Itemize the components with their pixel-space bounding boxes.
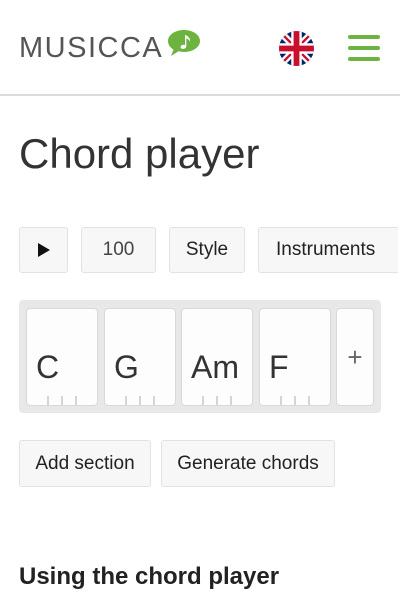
logo-text: MUSICCA	[19, 32, 164, 64]
tempo-input[interactable]: 100	[81, 227, 156, 273]
site-header: MUSICCA	[0, 0, 400, 96]
add-chord-button[interactable]: +	[336, 308, 374, 406]
chord-block[interactable]: Am	[181, 308, 253, 406]
play-icon	[37, 243, 50, 257]
player-toolbar: 100 Style Instruments	[19, 227, 398, 273]
chord-block[interactable]: F	[259, 308, 331, 406]
music-note-bubble-icon	[167, 28, 201, 63]
play-button[interactable]	[19, 227, 68, 273]
chord-name: Am	[191, 349, 239, 385]
sequence-actions: Add section Generate chords	[19, 440, 335, 487]
beat-markers	[47, 396, 77, 405]
style-button[interactable]: Style	[169, 227, 245, 273]
beat-markers	[280, 396, 310, 405]
chord-block[interactable]: G	[104, 308, 176, 406]
chord-name: G	[114, 349, 139, 385]
beat-markers	[202, 396, 232, 405]
chord-sequence: C G Am F +	[19, 300, 381, 413]
add-section-button[interactable]: Add section	[19, 440, 151, 487]
section-heading: Using the chord player	[19, 563, 280, 590]
page-title: Chord player	[19, 130, 260, 177]
beat-markers	[125, 396, 155, 405]
generate-chords-button[interactable]: Generate chords	[161, 440, 335, 487]
musicca-logo[interactable]: MUSICCA	[19, 30, 201, 70]
chord-block[interactable]: C	[26, 308, 98, 406]
chord-name: C	[36, 349, 60, 385]
chord-name: F	[269, 349, 289, 385]
hamburger-menu-icon[interactable]	[348, 35, 380, 62]
uk-flag-icon[interactable]	[279, 31, 314, 66]
instruments-button[interactable]: Instruments	[258, 227, 398, 273]
